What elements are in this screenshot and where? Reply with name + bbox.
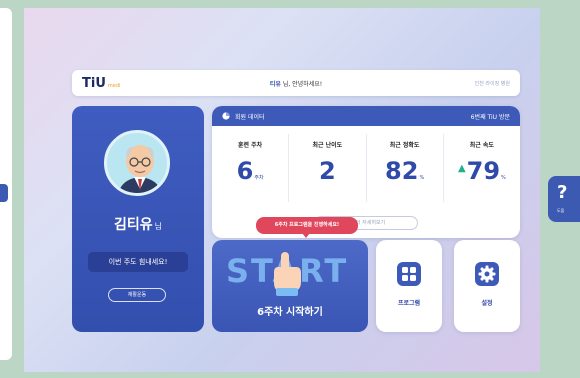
help-label: 도움	[557, 208, 565, 213]
greeting-name: 티유	[269, 80, 281, 88]
stat-number: 79	[466, 157, 501, 185]
start-caption: 6주차 시작하기	[257, 307, 323, 318]
user-name-text: 김티유	[113, 217, 153, 233]
trend-up-icon: ▲	[457, 163, 466, 174]
stat-unit: %	[419, 175, 425, 181]
stat-unit: 주차	[254, 175, 264, 181]
stat-unit: %	[501, 175, 506, 181]
stat-label: 최근 정확도	[389, 142, 420, 149]
help-button[interactable]: ? 도움	[548, 176, 580, 222]
stat-value: ▲79%	[444, 157, 520, 185]
logo-text: TiU	[82, 75, 106, 91]
stats-header: 회원 데이터 6번째 TiU 방문	[212, 106, 520, 126]
logo-sub-text: medi	[107, 82, 121, 89]
visit-count: 6번째 TiU 방문	[470, 113, 510, 121]
doctor-avatar-icon	[118, 145, 162, 193]
previous-screen-tab	[0, 184, 8, 202]
pie-chart-icon	[222, 112, 230, 120]
stat-value: 82%	[367, 157, 443, 185]
stats-row: 훈련 주차 6주차 최근 난이도 2 최근 정확도 82% 최근 속도 ▲79%	[212, 134, 520, 202]
rehab-button[interactable]: 재활운동	[108, 288, 166, 302]
tiu-logo: TiU medi	[82, 76, 120, 91]
stat-accuracy: 최근 정확도 82%	[367, 134, 444, 202]
stat-label: 훈련 주차	[238, 142, 263, 149]
help-icon: ?	[557, 182, 568, 203]
stat-difficulty: 최근 난이도 2	[289, 134, 367, 202]
stats-header-title: 회원 데이터	[235, 113, 265, 121]
pointing-hand-icon	[274, 252, 301, 296]
program-label: 프로그램	[397, 300, 421, 307]
tablet-screen: TiU medi 티유 님, 안녕하세요! 인천 라이징 병원 김티유 님 이번…	[24, 8, 540, 372]
user-name: 김티유 님	[72, 214, 204, 234]
grid-icon	[397, 262, 421, 286]
gear-icon	[475, 262, 499, 286]
stat-label: 최근 속도	[469, 142, 494, 149]
top-bar: TiU medi 티유 님, 안녕하세요! 인천 라이징 병원	[72, 70, 520, 96]
start-tooltip: 6주차 프로그램을 진행하세요!	[256, 217, 358, 238]
stat-number: 2	[319, 157, 336, 185]
stat-speed: 최근 속도 ▲79%	[444, 134, 520, 202]
program-button[interactable]: 프로그램	[376, 240, 442, 332]
stat-training-week: 훈련 주차 6주차	[212, 134, 290, 202]
cheer-message: 이번 주도 힘내세요!	[88, 252, 188, 272]
stat-value: 6주차	[212, 157, 288, 185]
stat-label: 최근 난이도	[312, 142, 343, 149]
settings-button[interactable]: 설정	[454, 240, 520, 332]
stat-number: 6	[236, 157, 254, 185]
start-week-button[interactable]: START 6주차 시작하기	[212, 240, 368, 332]
hospital-name: 인천 라이징 병원	[474, 80, 510, 87]
profile-card: 김티유 님 이번 주도 힘내세요! 재활운동	[72, 106, 204, 332]
user-name-suffix: 님	[154, 222, 162, 231]
stat-value: 2	[289, 157, 365, 185]
settings-label: 설정	[481, 300, 493, 307]
greeting: 티유 님, 안녕하세요!	[72, 79, 520, 88]
avatar	[104, 130, 170, 196]
previous-screen-edge	[0, 8, 12, 360]
stat-number: 82	[385, 157, 419, 185]
greeting-text: 님, 안녕하세요!	[282, 80, 323, 88]
